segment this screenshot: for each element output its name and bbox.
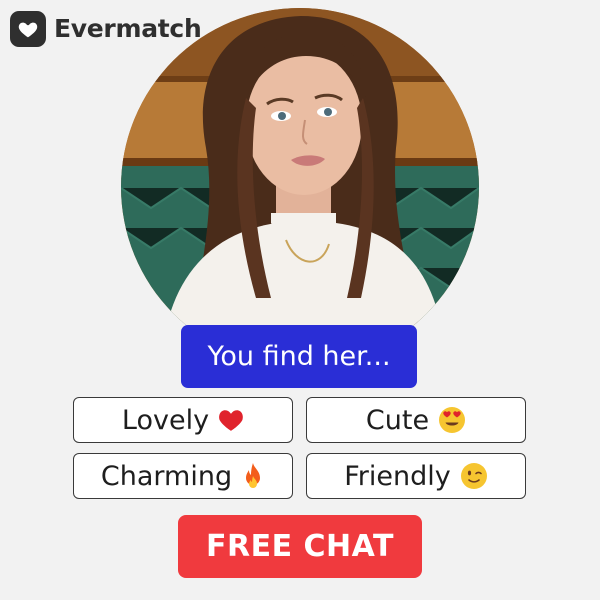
profile-photo (121, 8, 479, 366)
heart-icon (18, 22, 38, 37)
fire-icon (241, 462, 265, 490)
option-cute-button[interactable]: Cute (306, 397, 526, 443)
free-chat-button[interactable]: FREE CHAT (178, 515, 422, 578)
heart-eyes-face-icon (438, 406, 466, 434)
question-banner: You find her... (181, 325, 417, 388)
question-text: You find her... (207, 341, 391, 372)
option-lovely-button[interactable]: Lovely (73, 397, 293, 443)
brand-logo: Evermatch (10, 10, 202, 47)
winking-face-icon (460, 462, 488, 490)
option-label: Charming (100, 460, 233, 492)
red-heart-icon (218, 408, 244, 432)
option-friendly-button[interactable]: Friendly (306, 453, 526, 499)
option-label: Cute (365, 404, 430, 436)
cta-label: FREE CHAT (205, 529, 394, 564)
option-label: Friendly (344, 460, 451, 492)
logo-badge (10, 10, 46, 47)
option-charming-button[interactable]: Charming (73, 453, 293, 499)
brand-name: Evermatch (54, 14, 202, 43)
option-label: Lovely (121, 404, 210, 436)
